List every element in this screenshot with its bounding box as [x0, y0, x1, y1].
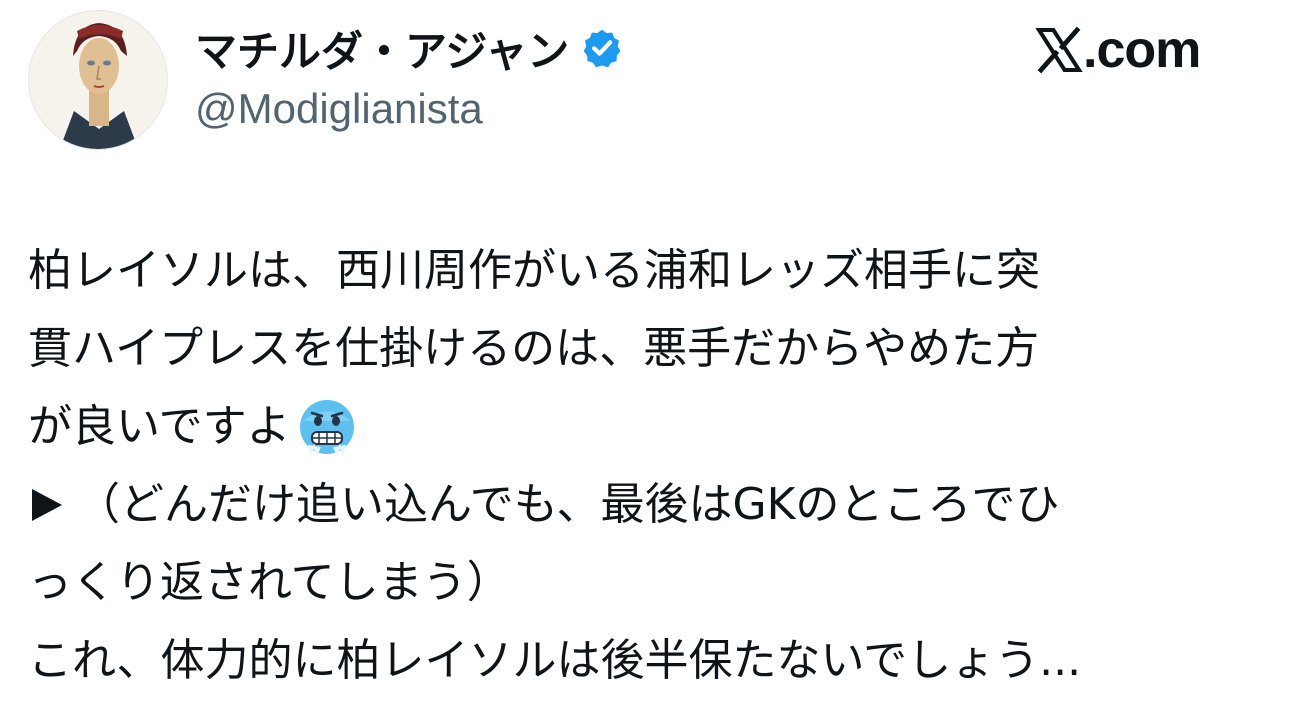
tweet-line-3: が良いですよ	[28, 388, 1268, 466]
brand-watermark: .com	[1035, 20, 1201, 80]
display-name[interactable]: マチルダ・アジャン	[195, 18, 569, 79]
tweet-card: マチルダ・アジャン @Modiglianista .com 柏レイソルは、西川周…	[0, 0, 1290, 707]
x-logo-icon	[1035, 26, 1083, 74]
tweet-line-text: っくり返されてしまう）	[28, 557, 511, 608]
brand-domain-text: .com	[1083, 21, 1201, 79]
tweet-line-6: これ、体力的に柏レイソルは後半保たないでしょう...	[28, 622, 1268, 700]
play-triangle-icon	[32, 489, 62, 521]
tweet-line-text: が良いですよ	[28, 401, 291, 452]
tweet-line-text: これ、体力的に柏レイソルは後半保たないでしょう...	[28, 635, 1082, 686]
tweet-line-text: （どんだけ追い込んでも、最後はGKのところでひ	[76, 479, 1060, 530]
display-name-row: マチルダ・アジャン	[195, 18, 623, 78]
tweet-line-2: 貫ハイプレスを仕掛けるのは、悪手だからやめた方	[28, 310, 1268, 388]
tweet-line-4: （どんだけ追い込んでも、最後はGKのところでひ	[28, 466, 1268, 544]
tweet-line-1: 柏レイソルは、西川周作がいる浦和レッズ相手に突	[28, 232, 1268, 310]
avatar[interactable]	[28, 10, 168, 150]
tweet-line-text: 貫ハイプレスを仕掛けるのは、悪手だからやめた方	[28, 323, 1040, 374]
tweet-line-text: 柏レイソルは、西川周作がいる浦和レッズ相手に突	[28, 245, 1040, 296]
tweet-line-5: っくり返されてしまう）	[28, 544, 1268, 622]
user-handle[interactable]: @Modiglianista	[195, 85, 483, 133]
verified-badge-icon	[581, 27, 623, 69]
tweet-text: 柏レイソルは、西川周作がいる浦和レッズ相手に突 貫ハイプレスを仕掛けるのは、悪手…	[28, 232, 1268, 700]
freezing-face-emoji-icon	[297, 397, 357, 457]
avatar-portrait	[29, 11, 167, 149]
